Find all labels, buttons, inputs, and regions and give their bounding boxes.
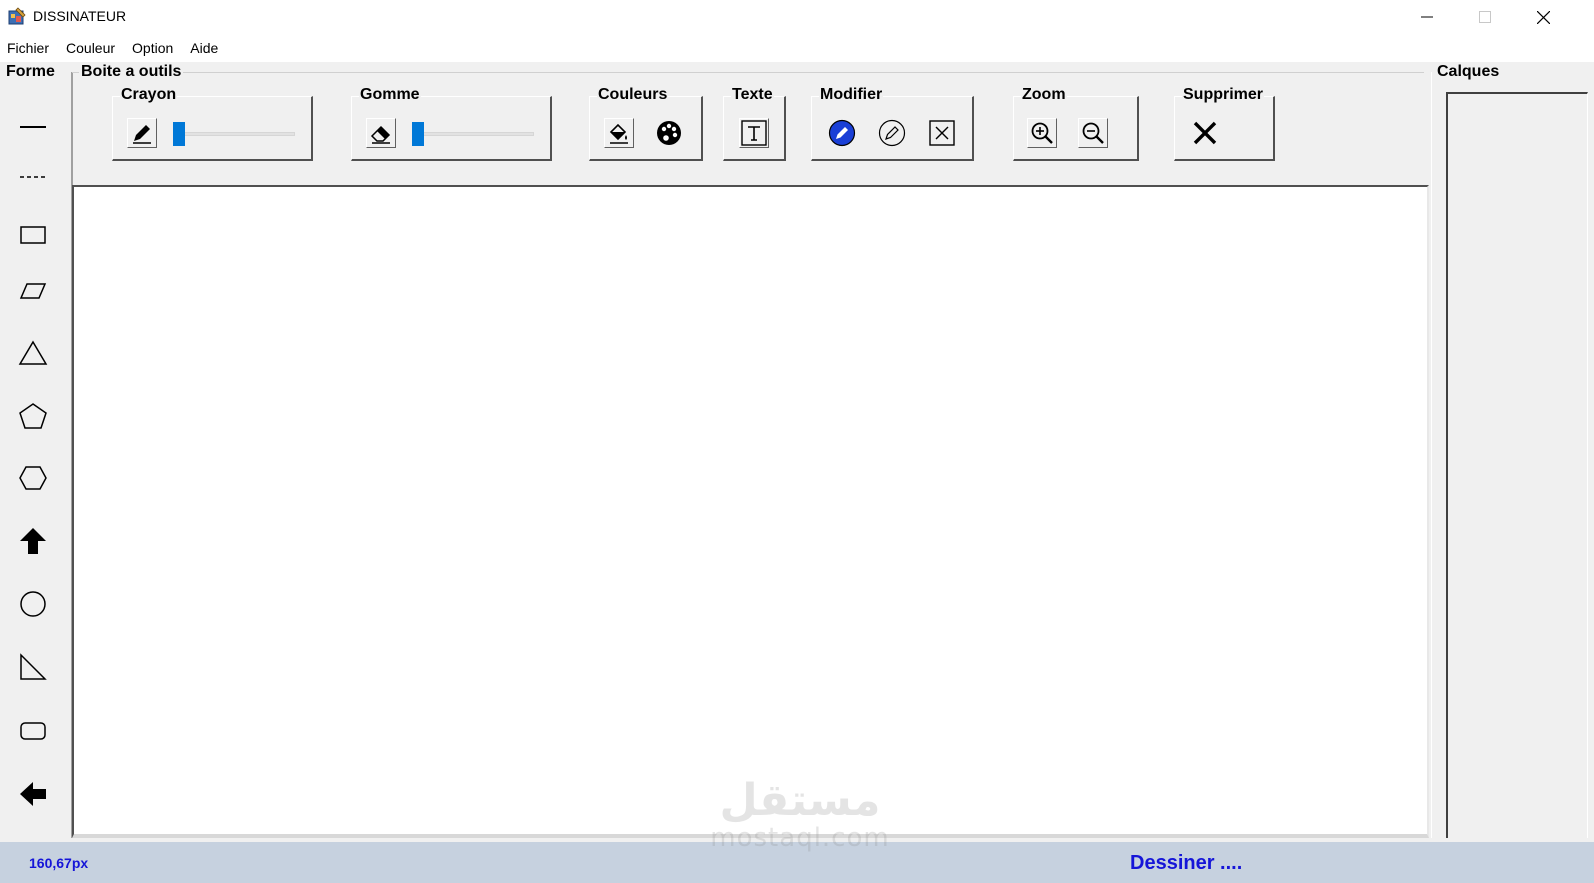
gomme-label: Gomme <box>359 86 421 104</box>
pencil-icon <box>133 125 151 144</box>
crayon-group: Crayon <box>112 86 313 161</box>
line-icon <box>19 125 46 128</box>
parallelogram-icon <box>19 282 46 299</box>
shape-arrow-up-button[interactable] <box>17 525 48 556</box>
texte-label: Texte <box>731 86 774 104</box>
modifier-group: Modifier <box>811 86 974 161</box>
hexagon-icon <box>18 465 47 490</box>
zoom-label: Zoom <box>1021 86 1067 104</box>
calques-list[interactable] <box>1446 92 1588 838</box>
delete-button[interactable] <box>1190 118 1220 148</box>
fill-color-button[interactable] <box>604 118 634 148</box>
menu-couleur[interactable]: Couleur <box>66 40 115 56</box>
text-button[interactable] <box>739 118 769 148</box>
maximize-icon <box>1479 11 1491 23</box>
gomme-size-slider[interactable] <box>412 122 534 146</box>
right-triangle-icon <box>19 652 47 680</box>
triangle-icon <box>18 340 47 365</box>
delete-x-icon <box>1193 121 1217 145</box>
shape-circle-button[interactable] <box>17 588 48 619</box>
supprimer-group: Supprimer <box>1174 86 1275 161</box>
cursor-coordinates: 160,67px <box>29 855 89 871</box>
zoom-out-button[interactable] <box>1078 118 1108 148</box>
menu-option[interactable]: Option <box>132 40 173 56</box>
drawing-canvas[interactable] <box>72 185 1429 838</box>
shape-triangle-button[interactable] <box>17 337 48 368</box>
crayon-slider-thumb[interactable] <box>173 122 185 146</box>
app-icon <box>8 7 26 25</box>
couleurs-group: Couleurs <box>589 86 703 161</box>
pencil-button[interactable] <box>127 118 157 148</box>
modify-active-button[interactable] <box>827 118 857 148</box>
zoom-out-icon <box>1082 122 1104 144</box>
dashed-line-icon <box>19 175 46 178</box>
crayon-label: Crayon <box>120 86 178 104</box>
zoom-in-icon <box>1031 122 1053 144</box>
shape-arrow-left-button[interactable] <box>17 778 48 809</box>
edit-icon <box>878 119 906 147</box>
delete-box-icon <box>929 120 955 146</box>
modify-button[interactable] <box>877 118 907 148</box>
edit-active-icon <box>828 119 856 147</box>
title-bar: DISSINATEUR <box>0 0 1594 34</box>
crayon-size-slider[interactable] <box>173 122 295 146</box>
close-button[interactable] <box>1514 0 1572 34</box>
close-icon <box>1536 10 1550 24</box>
crayon-slider-track <box>173 132 295 136</box>
gomme-slider-track <box>412 132 534 136</box>
forme-label: Forme <box>4 63 57 81</box>
shape-hexagon-button[interactable] <box>17 462 48 493</box>
paint-bucket-icon <box>609 123 628 144</box>
window-title: DISSINATEUR <box>33 8 127 24</box>
toolbox-label: Boite a outils <box>79 63 184 81</box>
arrow-left-icon <box>19 781 46 806</box>
palette-button[interactable] <box>654 118 684 148</box>
circle-icon <box>19 590 46 617</box>
shape-pentagon-button[interactable] <box>17 400 48 431</box>
zoom-group: Zoom <box>1013 86 1139 161</box>
shape-right-triangle-button[interactable] <box>17 651 48 682</box>
eraser-icon <box>370 125 391 144</box>
menu-fichier[interactable]: Fichier <box>7 40 49 56</box>
pentagon-icon <box>18 402 47 429</box>
texte-group: Texte <box>723 86 786 161</box>
arrow-up-icon <box>19 527 46 554</box>
modify-delete-button[interactable] <box>927 118 957 148</box>
shape-parallelogram-button[interactable] <box>17 275 48 306</box>
palette-icon <box>657 121 681 145</box>
menu-aide[interactable]: Aide <box>190 40 218 56</box>
modifier-label: Modifier <box>819 86 884 104</box>
status-message: Dessiner .... <box>1130 852 1243 874</box>
couleurs-label: Couleurs <box>597 86 669 104</box>
minimize-icon <box>1421 16 1433 18</box>
minimize-button[interactable] <box>1398 0 1456 34</box>
supprimer-label: Supprimer <box>1182 86 1265 104</box>
rectangle-icon <box>19 225 46 244</box>
menu-bar: Fichier Couleur Option Aide <box>0 34 1594 62</box>
rounded-rectangle-icon <box>19 721 46 740</box>
maximize-button[interactable] <box>1456 0 1514 34</box>
shape-dashed-line-button[interactable] <box>17 161 48 192</box>
zoom-in-button[interactable] <box>1027 118 1057 148</box>
shape-line-button[interactable] <box>17 111 48 142</box>
gomme-group: Gomme <box>351 86 552 161</box>
status-bar: 160,67px Dessiner .... <box>0 842 1594 883</box>
gomme-slider-thumb[interactable] <box>412 122 424 146</box>
eraser-button[interactable] <box>366 118 396 148</box>
calques-label: Calques <box>1435 63 1502 81</box>
text-icon <box>741 120 767 146</box>
shape-rounded-rectangle-button[interactable] <box>17 715 48 746</box>
shape-rectangle-button[interactable] <box>17 219 48 250</box>
